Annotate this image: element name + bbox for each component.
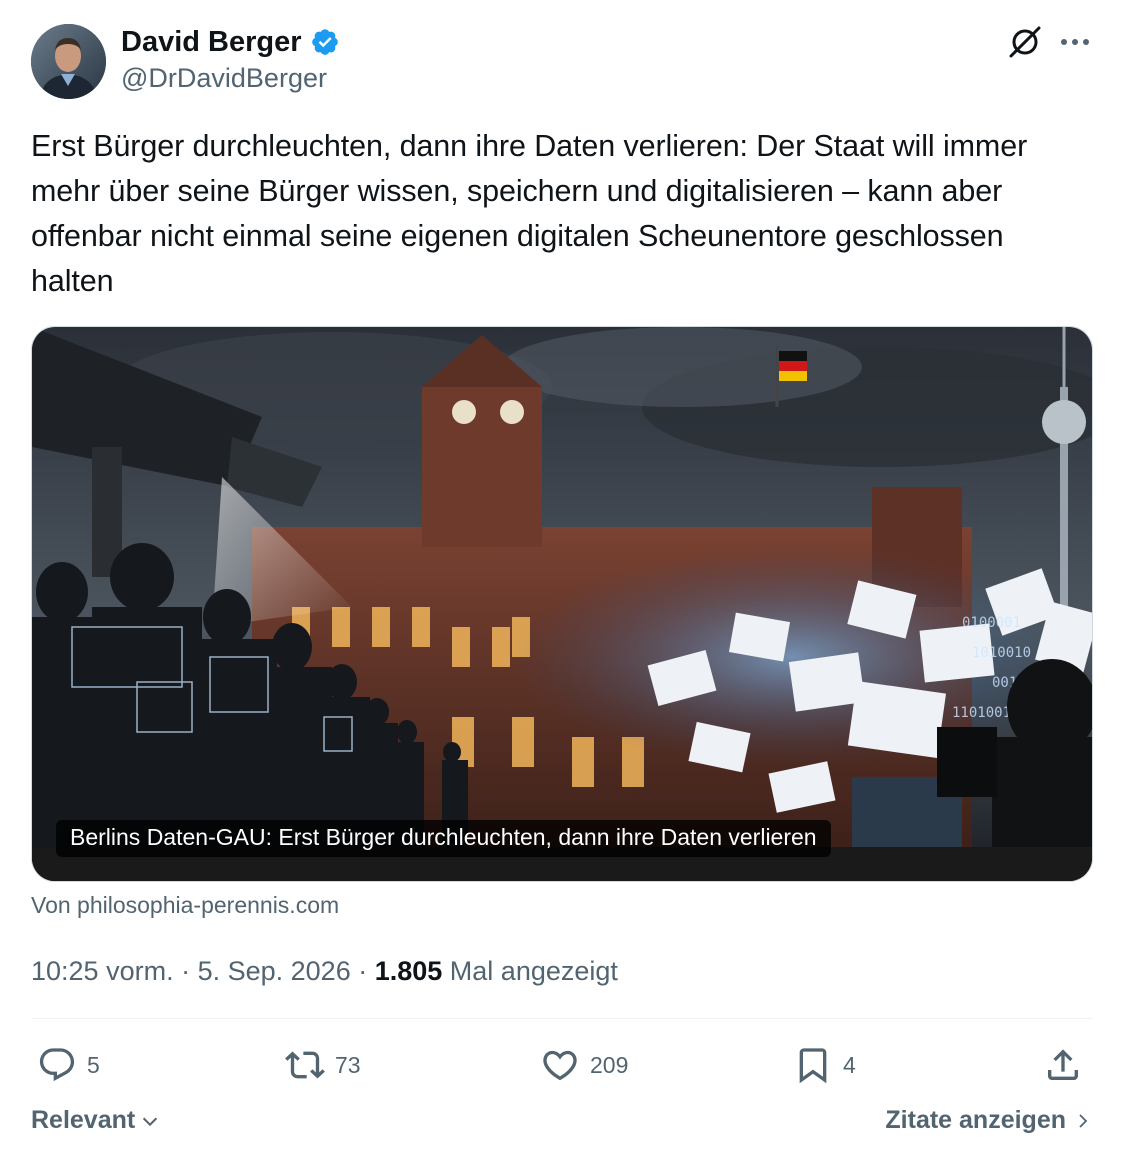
- divider: [31, 1018, 1093, 1019]
- tweet-header: David Berger @DrDavidBerger: [31, 22, 1093, 102]
- share-button[interactable]: [1043, 1040, 1083, 1090]
- view-quotes-link[interactable]: Zitate anzeigen: [885, 1106, 1092, 1135]
- sort-replies-dropdown[interactable]: Relevant: [31, 1106, 161, 1135]
- grok-icon[interactable]: [1007, 24, 1043, 60]
- views-label: Mal angezeigt: [442, 956, 618, 986]
- sort-label: Relevant: [31, 1106, 136, 1134]
- meta-separator: ·: [173, 956, 198, 986]
- share-icon: [1048, 1049, 1078, 1080]
- author-block: David Berger @DrDavidBerger: [121, 24, 340, 96]
- repost-count: 73: [335, 1051, 361, 1078]
- like-button[interactable]: 209: [540, 1040, 628, 1090]
- card-illustration: 0100001 1010010 0011011 1101001: [32, 327, 1092, 881]
- like-count: 209: [590, 1051, 629, 1078]
- svg-text:1010010: 1010010: [972, 645, 1031, 661]
- chevron-right-icon: [1079, 1113, 1088, 1128]
- chevron-down-icon: [143, 1117, 158, 1126]
- repost-button[interactable]: 73: [285, 1040, 361, 1090]
- tweet-date[interactable]: 5. Sep. 2026: [198, 956, 351, 986]
- bookmark-icon: [799, 1048, 827, 1084]
- action-bar: 5 73 209 4: [31, 1040, 1093, 1090]
- quotes-label: Zitate anzeigen: [885, 1106, 1066, 1134]
- link-card-image[interactable]: 0100001 1010010 0011011 1101001: [31, 326, 1093, 882]
- reply-button[interactable]: 5: [37, 1040, 100, 1090]
- repost-icon: [285, 1051, 325, 1079]
- more-icon[interactable]: [1057, 28, 1093, 56]
- reply-count: 5: [87, 1051, 100, 1078]
- bookmark-button[interactable]: 4: [793, 1040, 856, 1090]
- avatar[interactable]: [31, 24, 106, 99]
- verified-badge-icon: [311, 29, 338, 55]
- bookmark-count: 4: [843, 1051, 856, 1078]
- meta-separator: ·: [350, 956, 375, 986]
- views-count: 1.805: [374, 956, 443, 986]
- heart-icon: [543, 1050, 577, 1081]
- svg-text:1101001: 1101001: [952, 705, 1011, 721]
- tweet-meta: 10:25 vorm. · 5. Sep. 2026 · 1.805 Mal a…: [31, 953, 618, 989]
- tweet-text: Erst Bürger durchleuchten, dann ihre Dat…: [31, 129, 1028, 298]
- card-caption: Berlins Daten-GAU: Erst Bürger durchleuc…: [56, 820, 831, 857]
- display-name[interactable]: David Berger: [121, 24, 340, 60]
- card-source-link[interactable]: Von philosophia-perennis.com: [31, 892, 339, 919]
- tweet-time[interactable]: 10:25 vorm.: [31, 956, 174, 986]
- handle[interactable]: @DrDavidBerger: [121, 60, 340, 96]
- reply-icon: [39, 1048, 75, 1082]
- svg-text:0100001: 0100001: [962, 615, 1021, 631]
